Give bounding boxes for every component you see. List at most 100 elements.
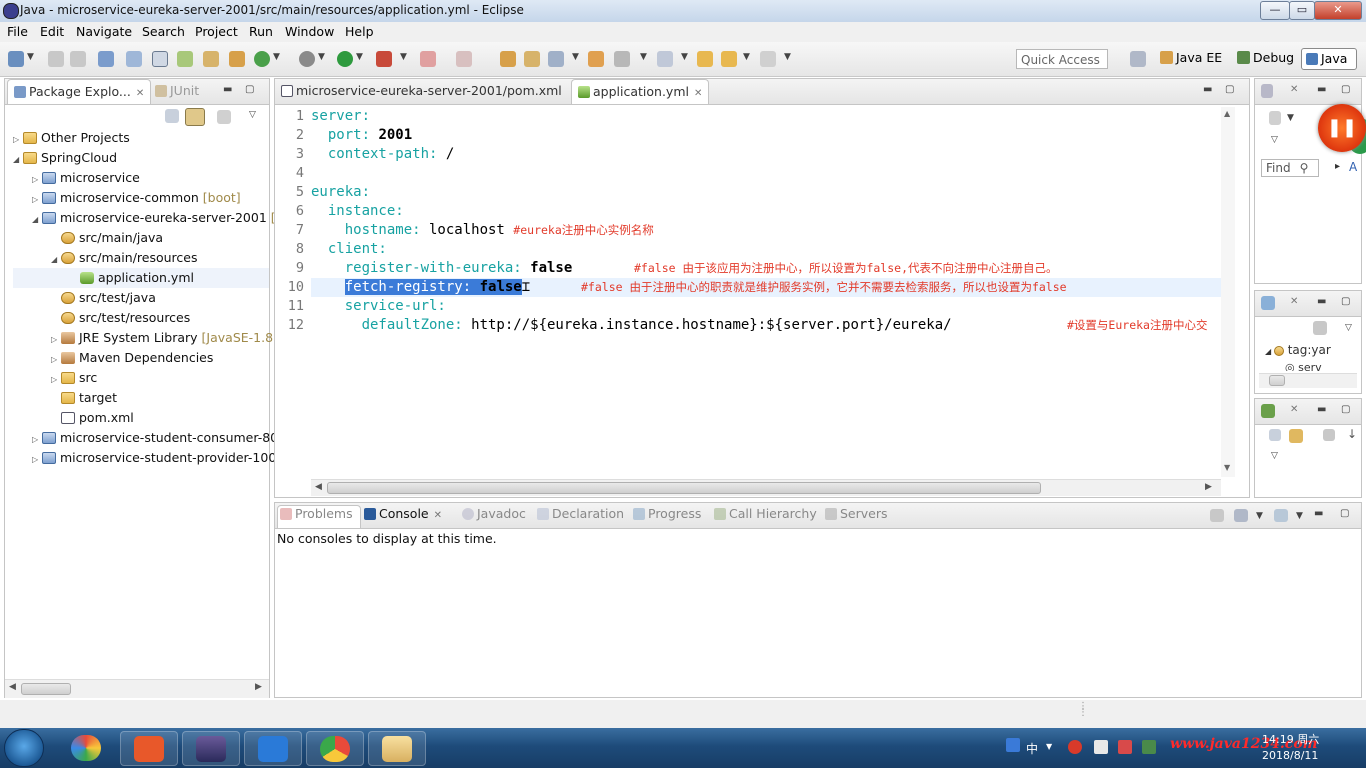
forward-dropdown-icon[interactable]: ▼ bbox=[784, 52, 791, 62]
spring-boot-icon[interactable] bbox=[254, 51, 270, 67]
tree-item[interactable]: application.yml bbox=[13, 268, 269, 288]
scroll-left-icon[interactable]: ◀ bbox=[9, 682, 16, 692]
find-option-label[interactable]: A bbox=[1349, 160, 1357, 174]
link-with-editor-icon[interactable] bbox=[185, 108, 205, 126]
tree-expand-icon[interactable]: ◢ bbox=[51, 250, 61, 270]
open-perspective-icon[interactable] bbox=[177, 51, 193, 67]
close-button[interactable]: ✕ bbox=[1314, 1, 1362, 20]
minimize-editor-icon[interactable]: ▬ bbox=[1203, 84, 1212, 95]
collapse-all-icon[interactable] bbox=[1269, 429, 1281, 441]
new-class-dropdown-icon[interactable]: ▼ bbox=[572, 52, 579, 62]
scroll-right-icon[interactable]: ▶ bbox=[255, 682, 262, 692]
close-icon[interactable]: ✕ bbox=[694, 88, 702, 99]
tab-junit[interactable]: JUnit bbox=[155, 79, 199, 103]
stop-icon[interactable] bbox=[420, 51, 436, 67]
tree-item[interactable]: ▷ microservice bbox=[13, 168, 269, 188]
menu-edit[interactable]: Edit bbox=[40, 24, 64, 39]
refresh-icon[interactable]: ↓ bbox=[1347, 427, 1357, 441]
tab-servers[interactable]: Servers bbox=[825, 506, 888, 521]
scroll-up-icon[interactable]: ▲ bbox=[1224, 109, 1230, 118]
ime-language[interactable]: 中 bbox=[1026, 740, 1038, 757]
display-console-dropdown-icon[interactable]: ▼ bbox=[1256, 511, 1263, 521]
build-icon[interactable] bbox=[203, 51, 219, 67]
open-perspective-button-icon[interactable] bbox=[1130, 51, 1146, 67]
minimize-view-icon[interactable]: ▬ bbox=[1317, 84, 1326, 95]
tab-progress[interactable]: Progress bbox=[633, 506, 701, 521]
scroll-down-icon[interactable]: ▼ bbox=[1224, 463, 1230, 472]
new-task-dropdown-icon[interactable]: ▼ bbox=[1287, 113, 1294, 123]
editor-vertical-scrollbar[interactable]: ▲ ▼ bbox=[1221, 107, 1235, 477]
open-console-icon[interactable] bbox=[1274, 509, 1288, 522]
explorer-horizontal-scrollbar[interactable]: ◀ ▶ bbox=[5, 679, 269, 698]
maximize-button[interactable]: ▭ bbox=[1289, 1, 1315, 20]
menu-help[interactable]: Help bbox=[345, 24, 374, 39]
taskbar-eclipse[interactable] bbox=[182, 731, 240, 766]
tree-expand-icon[interactable]: ▷ bbox=[32, 450, 42, 470]
yaml-editor-text[interactable]: server: port: 2001 context-path: / eurek… bbox=[311, 107, 1221, 477]
toggle-mark-icon[interactable] bbox=[152, 51, 168, 67]
minimize-view-icon[interactable]: ▬ bbox=[1314, 508, 1323, 519]
minimize-view-icon[interactable]: ▬ bbox=[1317, 296, 1326, 307]
tray-security-icon[interactable] bbox=[1118, 740, 1132, 754]
tree-expand-icon[interactable]: ▷ bbox=[51, 330, 61, 350]
menu-project[interactable]: Project bbox=[195, 24, 238, 39]
scroll-left-icon[interactable]: ◀ bbox=[315, 482, 322, 492]
view-menu-icon[interactable]: ▽ bbox=[1271, 135, 1278, 145]
tray-app-icon[interactable] bbox=[1068, 740, 1082, 754]
run-icon[interactable] bbox=[337, 51, 353, 67]
editor-horizontal-scrollbar[interactable]: ◀ ▶ bbox=[311, 479, 1221, 496]
outline-icon[interactable] bbox=[1261, 296, 1275, 310]
annotation-nav-icon[interactable] bbox=[657, 51, 673, 67]
link-with-editor-icon[interactable] bbox=[1289, 429, 1303, 443]
tree-expand-icon[interactable]: ▷ bbox=[32, 170, 42, 190]
back-dropdown-icon[interactable]: ▼ bbox=[743, 52, 750, 62]
tree-item[interactable]: ◢microservice-eureka-server-2001[ bbox=[13, 208, 276, 230]
view-filter-icon[interactable] bbox=[217, 110, 231, 124]
menu-navigate[interactable]: Navigate bbox=[76, 24, 132, 39]
tree-expand-icon[interactable]: ▷ bbox=[13, 130, 23, 150]
tree-item[interactable]: src/test/resources bbox=[13, 308, 269, 328]
maximize-view-icon[interactable]: ▢ bbox=[1341, 296, 1350, 307]
tree-expand-icon[interactable]: ▷ bbox=[32, 430, 42, 450]
tab-declaration[interactable]: Declaration bbox=[537, 506, 624, 521]
annotation-dropdown-icon[interactable]: ▼ bbox=[681, 52, 688, 62]
clock-time[interactable]: 14:19 周六 bbox=[1262, 731, 1319, 747]
scroll-right-icon[interactable]: ▶ bbox=[1205, 482, 1212, 492]
maximize-view-icon[interactable]: ▢ bbox=[1341, 404, 1350, 415]
perspective-debug[interactable]: Debug bbox=[1237, 50, 1294, 65]
tree-item[interactable]: ▷ Other Projects bbox=[13, 128, 269, 148]
tree-item[interactable]: ◢ SpringCloud bbox=[13, 148, 269, 168]
package-icon[interactable] bbox=[229, 51, 245, 67]
perspective-java-ee[interactable]: Java EE bbox=[1160, 50, 1222, 65]
outline-horizontal-scrollbar[interactable] bbox=[1259, 373, 1357, 388]
menu-search[interactable]: Search bbox=[142, 24, 185, 39]
open-console-dropdown-icon[interactable]: ▼ bbox=[1296, 511, 1303, 521]
taskbar-chrome[interactable] bbox=[306, 731, 364, 766]
run-dropdown-icon[interactable]: ▼ bbox=[356, 52, 363, 62]
taskbar-app-2[interactable] bbox=[120, 731, 178, 766]
search-icon[interactable] bbox=[614, 51, 630, 67]
tree-expand-icon[interactable]: ▷ bbox=[32, 190, 42, 210]
close-icon[interactable]: ✕ bbox=[1290, 404, 1298, 415]
tray-network-icon[interactable] bbox=[1094, 740, 1108, 754]
taskbar-app-4[interactable] bbox=[244, 731, 302, 766]
outline-scroll-thumb[interactable] bbox=[1269, 375, 1285, 386]
view-menu-icon[interactable]: ▽ bbox=[1271, 451, 1278, 461]
tree-expand-icon[interactable]: ◢ bbox=[32, 210, 42, 230]
ime-dropdown-icon[interactable]: ▼ bbox=[1046, 742, 1052, 751]
recorder-pause-icon[interactable]: ❚❚ bbox=[1318, 104, 1366, 152]
skip-breakpoints-icon[interactable] bbox=[126, 51, 142, 67]
tree-expand-icon[interactable]: ◢ bbox=[13, 150, 23, 170]
tab-problems[interactable]: Problems bbox=[280, 506, 353, 521]
perspective-java[interactable]: Java bbox=[1301, 48, 1357, 70]
view-menu-icon[interactable]: ▽ bbox=[249, 110, 256, 120]
find-next-icon[interactable]: ▸ bbox=[1335, 161, 1340, 172]
close-icon[interactable]: ✕ bbox=[1290, 296, 1298, 307]
debug-icon[interactable] bbox=[299, 51, 315, 67]
maximize-editor-icon[interactable]: ▢ bbox=[1225, 84, 1234, 95]
save-icon[interactable] bbox=[48, 51, 64, 67]
external-tools-dropdown-icon[interactable]: ▼ bbox=[400, 52, 407, 62]
debug-dropdown-icon[interactable]: ▼ bbox=[318, 52, 325, 62]
tab-application-yml[interactable]: application.yml ✕ bbox=[571, 79, 710, 104]
minimize-view-icon[interactable]: ▬ bbox=[1317, 404, 1326, 415]
